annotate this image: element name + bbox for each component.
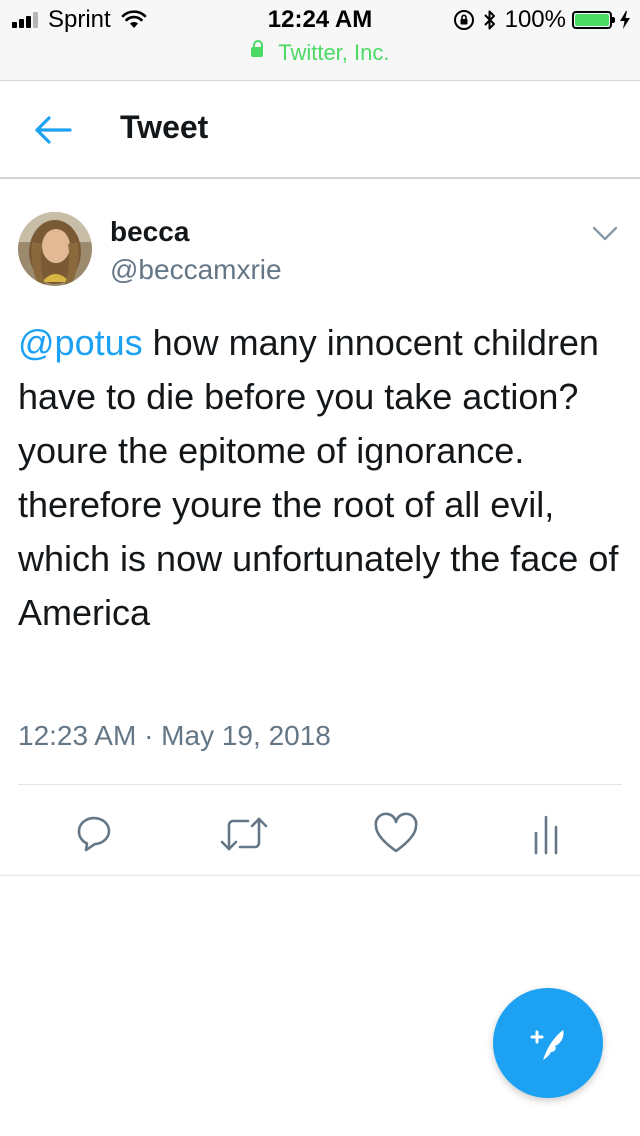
back-button[interactable] (30, 107, 76, 153)
divider (18, 784, 622, 785)
like-button[interactable] (368, 808, 424, 860)
nav-header: Tweet (0, 81, 640, 179)
status-right: 100% (453, 6, 630, 34)
tweet-actions (0, 800, 640, 864)
compose-tweet-button[interactable] (493, 988, 603, 1098)
rotation-lock-icon (453, 10, 474, 30)
like-icon (374, 812, 418, 853)
tweet-options-button[interactable] (590, 222, 620, 244)
avatar-image (18, 212, 92, 286)
analytics-button[interactable] (518, 808, 574, 860)
battery-percent: 100% (504, 6, 566, 33)
user-handle[interactable]: @beccamxrie (110, 254, 282, 286)
avatar[interactable] (18, 212, 92, 286)
battery-icon (572, 11, 615, 29)
reply-icon (77, 816, 111, 852)
retweet-button[interactable] (216, 808, 272, 860)
lock-icon (250, 40, 263, 58)
mention-link[interactable]: @potus (18, 322, 143, 363)
retweet-icon (220, 817, 268, 851)
url-bar[interactable]: Twitter, Inc. (0, 40, 640, 66)
chevron-down-icon (592, 226, 618, 241)
reply-button[interactable] (66, 808, 122, 860)
analytics-icon (534, 815, 558, 855)
bluetooth-icon (483, 10, 495, 30)
tweet-body: how many innocent children have to die b… (18, 322, 619, 633)
page-title: Tweet (120, 109, 209, 145)
battery-level (575, 14, 609, 26)
status-bar: Sprint 12:24 AM 100% Twitter, Inc. (0, 0, 640, 81)
compose-tweet-icon (530, 1030, 564, 1060)
back-arrow-icon (35, 116, 72, 144)
section-divider (0, 875, 640, 876)
tweet-text: @potus how many innocent children have t… (18, 316, 624, 640)
tweet-timestamp: 12:23 AM · May 19, 2018 (18, 720, 331, 751)
display-name[interactable]: becca (110, 216, 189, 248)
url-label: Twitter, Inc. (278, 40, 390, 65)
charging-icon (620, 11, 630, 29)
